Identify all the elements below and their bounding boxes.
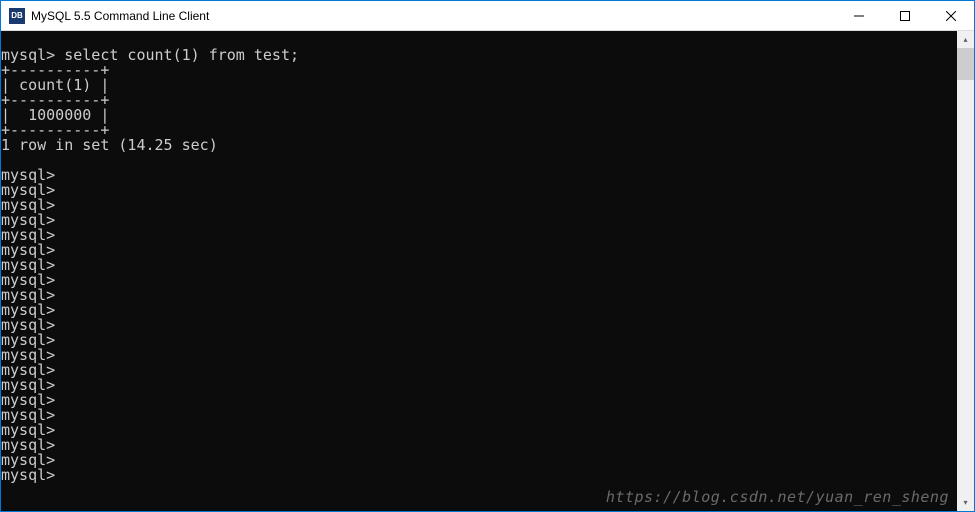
application-window: DB MySQL 5.5 Command Line Client mysql> … xyxy=(0,0,975,512)
scroll-up-arrow-icon[interactable]: ▴ xyxy=(957,31,974,48)
minimize-button[interactable] xyxy=(836,1,882,30)
scroll-down-arrow-icon[interactable]: ▾ xyxy=(957,494,974,511)
minimize-icon xyxy=(854,11,864,21)
vertical-scrollbar[interactable]: ▴ ▾ xyxy=(957,31,974,511)
terminal-output[interactable]: mysql> select count(1) from test; +-----… xyxy=(1,31,957,511)
window-controls xyxy=(836,1,974,30)
close-icon xyxy=(946,11,956,21)
scroll-track[interactable] xyxy=(957,48,974,494)
app-icon: DB xyxy=(9,8,25,24)
window-title: MySQL 5.5 Command Line Client xyxy=(31,9,836,23)
close-button[interactable] xyxy=(928,1,974,30)
terminal-area: mysql> select count(1) from test; +-----… xyxy=(1,31,974,511)
scroll-thumb[interactable] xyxy=(957,48,974,80)
maximize-button[interactable] xyxy=(882,1,928,30)
title-bar[interactable]: DB MySQL 5.5 Command Line Client xyxy=(1,1,974,31)
app-icon-label: DB xyxy=(11,11,23,20)
maximize-icon xyxy=(900,11,910,21)
